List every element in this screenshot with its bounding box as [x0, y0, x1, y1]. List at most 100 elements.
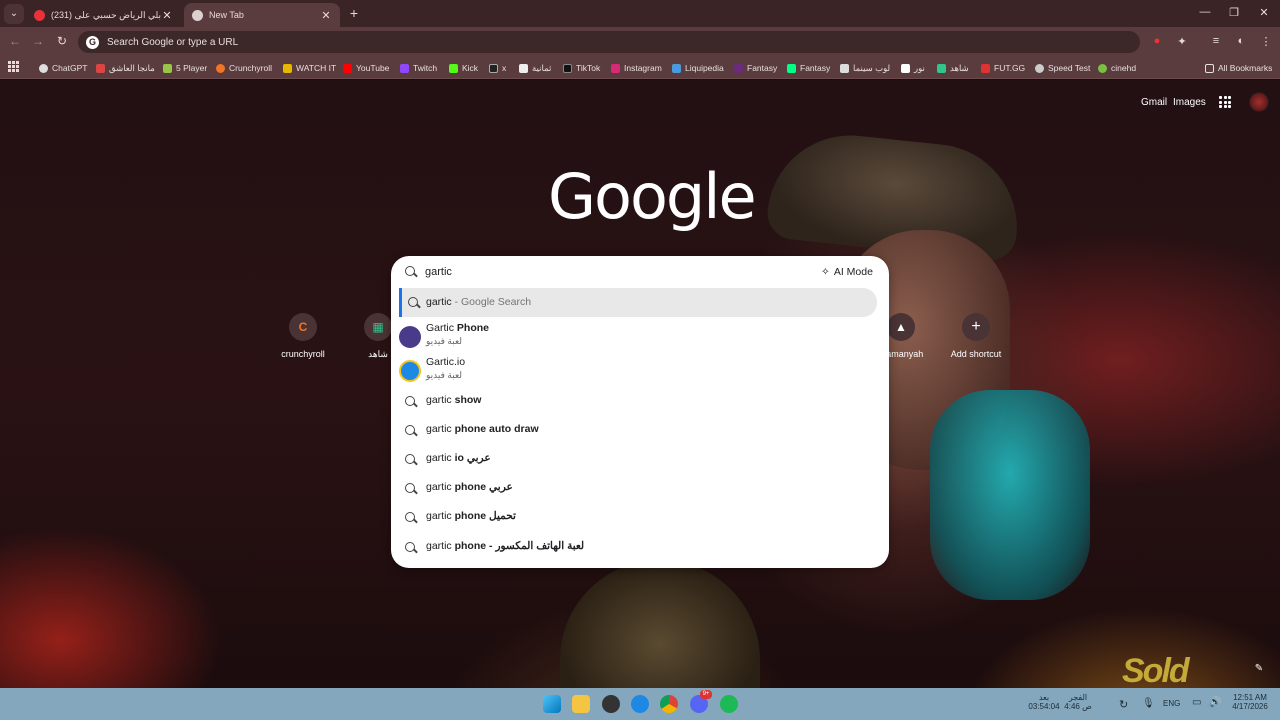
tab-new-tab[interactable]: New Tab ✕	[184, 3, 340, 27]
suggestion-entity-row[interactable]: Gartic.io لعبة فيديو	[391, 354, 889, 388]
search-icon	[405, 454, 415, 464]
back-arrow-icon[interactable]: ←	[7, 34, 23, 48]
bookmark-speedtest[interactable]: Speed Test	[1035, 61, 1090, 75]
chrome-icon	[192, 9, 203, 21]
apps-grid-icon[interactable]	[8, 61, 19, 72]
address-bar[interactable]: G Search Google or type a URL	[78, 31, 1140, 53]
window-close-icon[interactable]: ✕	[1254, 6, 1274, 19]
bookmark-kick[interactable]: Kick	[449, 61, 478, 75]
search-box[interactable]: gartic ✧ AI Mode	[391, 256, 889, 288]
chrome-icon[interactable]	[660, 695, 678, 713]
bookmark-x[interactable]: x	[489, 61, 506, 75]
suggestion-row[interactable]: gartic io عربي	[391, 444, 889, 473]
all-bookmarks-button[interactable]: All Bookmarks	[1205, 61, 1272, 75]
bookmark-chatgpt[interactable]: ChatGPT	[39, 61, 87, 75]
suggestion-prefix: gartic	[426, 452, 452, 464]
google-apps-icon[interactable]	[1219, 96, 1231, 108]
new-tab-plus-icon[interactable]: +	[346, 5, 362, 21]
bookmark-label: مانجا العاشق	[109, 62, 155, 73]
media-controls-icon[interactable]: ≡	[1208, 35, 1224, 47]
bookmark-manga[interactable]: مانجا العاشق	[96, 61, 155, 75]
add-shortcut-button[interactable]: + Add shortcut	[941, 313, 1011, 359]
suggestion-entity-row[interactable]: Gartic Phone لعبة فيديو	[391, 320, 889, 354]
snipping-tool-icon[interactable]	[631, 695, 649, 713]
suggestion-subtitle: لعبة فيديو	[426, 336, 463, 346]
volume-icon[interactable]: 🔊	[1209, 697, 1221, 708]
suggestion-rest: phone - لعبة الهاتف المكسور	[451, 540, 585, 552]
profile-avatar-icon[interactable]: ◐	[1233, 35, 1249, 47]
clock[interactable]: 12:51 AM 4/17/2026	[1228, 693, 1272, 711]
tab-title: New Tab	[209, 10, 244, 20]
bookmark-instagram[interactable]: Instagram	[611, 61, 662, 75]
windows-start-icon[interactable]	[543, 695, 561, 713]
spotify-icon[interactable]	[720, 695, 738, 713]
minimize-icon[interactable]: —	[1195, 6, 1215, 18]
bookmark-twitch[interactable]: Twitch	[400, 61, 437, 75]
close-tab-icon[interactable]: ✕	[320, 9, 332, 22]
sync-icon[interactable]: ↻	[1119, 698, 1128, 711]
bookmark-cinema[interactable]: لوب سينما	[840, 61, 890, 75]
extension-record-icon[interactable]: ●	[1149, 35, 1165, 47]
bookmark-label: Fantasy	[747, 63, 778, 73]
tab-title: (231) دبلي الرياض حسبي على...	[51, 9, 161, 20]
tab-youtube[interactable]: (231) دبلي الرياض حسبي على... ✕	[26, 3, 181, 27]
customize-pencil-icon[interactable]: ✎	[1250, 660, 1268, 678]
menu-dots-icon[interactable]: ⋮	[1258, 35, 1274, 48]
close-tab-icon[interactable]: ✕	[161, 9, 173, 22]
extensions-puzzle-icon[interactable]: ✦	[1174, 35, 1190, 48]
bookmark-youtube[interactable]: YouTube	[343, 61, 389, 75]
bookmarks-bar: ChatGPT مانجا العاشق 5 Player Crunchyrol…	[0, 57, 1280, 79]
chatgpt-icon	[39, 63, 48, 73]
google-g-icon: G	[86, 35, 99, 49]
thmanyah-icon	[519, 63, 528, 73]
gmail-link[interactable]: Gmail	[1141, 97, 1167, 108]
thamanyah-icon: ▲	[887, 313, 915, 341]
bookmark-crunchyroll[interactable]: Crunchyroll	[216, 61, 272, 75]
file-explorer-icon[interactable]	[572, 695, 590, 713]
language-indicator[interactable]: ENG	[1163, 699, 1180, 708]
bookmark-thmanyah[interactable]: ثمانية	[519, 61, 551, 75]
tab-search-chevron-icon[interactable]: ⌄	[4, 4, 24, 24]
bookmark-label: 5 Player	[176, 63, 208, 73]
ai-mode-button[interactable]: ✧ AI Mode	[815, 263, 879, 281]
suggestion-row[interactable]: gartic phone عربي	[391, 473, 889, 502]
microphone-icon[interactable]: 🎙	[1142, 698, 1155, 709]
bookmark-liquipedia[interactable]: Liquipedia	[672, 61, 724, 75]
tab-strip: ⌄ (231) دبلي الرياض حسبي على... ✕ New Ta…	[0, 0, 1280, 27]
speedtest-icon	[1035, 63, 1044, 73]
plus-icon: +	[962, 313, 990, 341]
suggestion-prefix: gartic	[426, 296, 452, 308]
search-input[interactable]: gartic	[425, 266, 452, 278]
account-avatar[interactable]	[1249, 92, 1269, 112]
forward-arrow-icon[interactable]: →	[30, 34, 46, 48]
bookmark-noor[interactable]: نور	[901, 61, 925, 75]
bookmark-5player[interactable]: 5 Player	[163, 61, 207, 75]
suggestion-row[interactable]: gartic phone - لعبة الهاتف المكسور	[391, 532, 889, 561]
bookmark-cinehd[interactable]: cinehd	[1098, 61, 1136, 75]
prayer-name: الفجر	[1068, 693, 1088, 702]
restore-icon[interactable]: ❐	[1224, 6, 1244, 19]
search-suggestions-dropdown: gartic ✧ AI Mode gartic - Google Search G…	[391, 256, 889, 568]
suggestion-row[interactable]: gartic - Google Search	[399, 288, 877, 317]
suggestion-row[interactable]: gartic phone auto draw	[391, 415, 889, 444]
bookmark-label: Instagram	[624, 63, 662, 73]
suggestion-row[interactable]: gartic show	[391, 386, 889, 415]
bookmark-shahid[interactable]: شاهد	[937, 61, 969, 75]
suggestion-row[interactable]: gartic phone تحميل	[391, 502, 889, 531]
images-link[interactable]: Images	[1173, 97, 1206, 108]
suggestion-prefix: gartic	[426, 510, 452, 522]
twitch-icon	[400, 63, 409, 73]
network-icon[interactable]: ▭	[1192, 697, 1201, 708]
bookmark-fantasy-1[interactable]: Fantasy	[734, 61, 777, 75]
obs-icon[interactable]	[602, 695, 620, 713]
shortcut-crunchyroll[interactable]: C crunchyroll	[268, 313, 338, 359]
reload-icon[interactable]: ↻	[54, 34, 70, 48]
bookmark-futgg[interactable]: FUT.GG	[981, 61, 1025, 75]
suggestion-subtitle: لعبة فيديو	[426, 370, 463, 380]
bookmark-fantasy-2[interactable]: Fantasy	[787, 61, 830, 75]
bookmark-watchit[interactable]: WATCH IT	[283, 61, 336, 75]
bookmark-label: YouTube	[356, 63, 390, 73]
bookmark-label: Kick	[462, 63, 479, 73]
bookmark-tiktok[interactable]: TikTok	[563, 61, 600, 75]
browser-toolbar: ← → ↻ G Search Google or type a URL ● ✦ …	[0, 27, 1280, 57]
